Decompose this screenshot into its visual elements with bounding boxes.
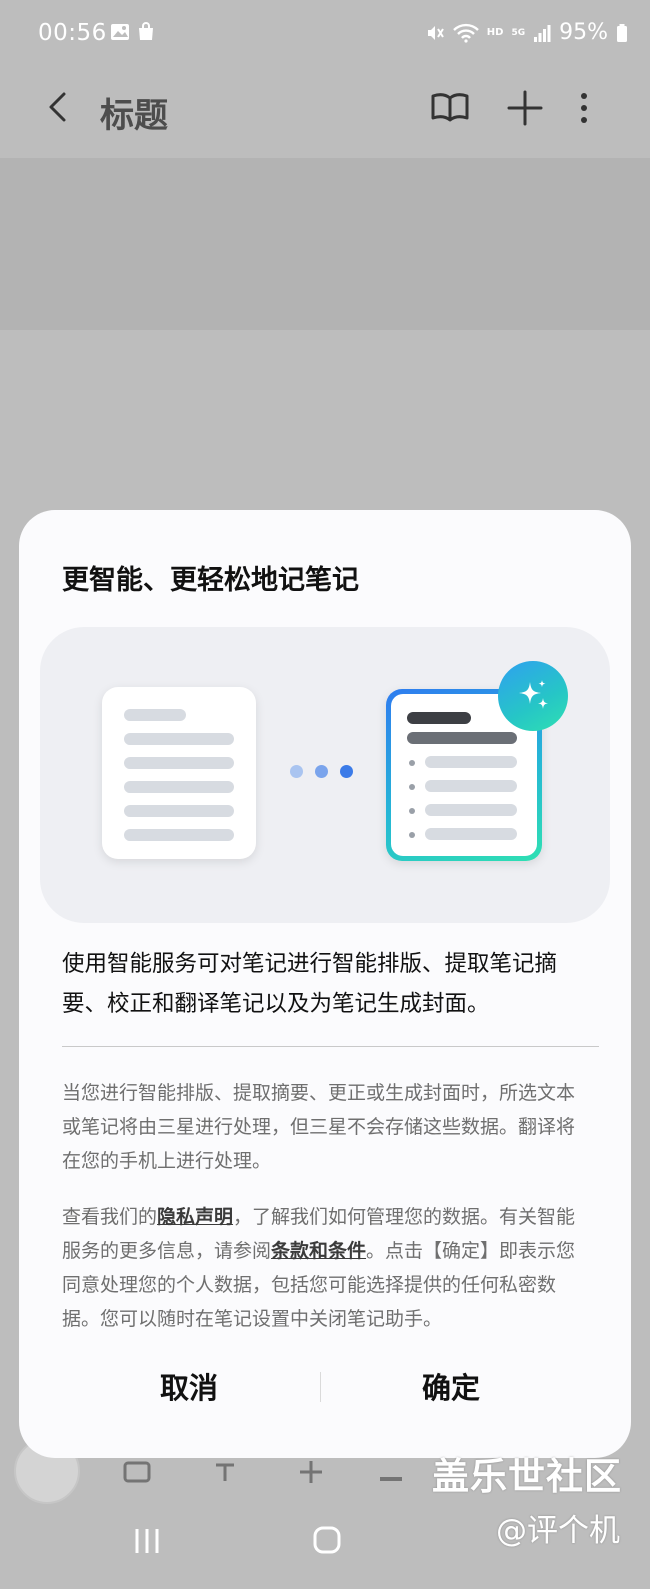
home-icon[interactable]: [312, 1525, 342, 1555]
sparkle-icon: [498, 661, 568, 731]
smart-service-dialog: 更智能、更轻松地记笔记 使用智能服务可对笔记进行智能排版、提取笔记摘要、校正和翻…: [19, 510, 631, 1458]
toolbar-icon-2[interactable]: [210, 1457, 240, 1487]
mute-icon: [425, 23, 445, 43]
status-right-icons: HD 5G 95%: [425, 20, 628, 45]
illustration: [40, 627, 610, 923]
toolbar-icon-4[interactable]: [376, 1457, 406, 1487]
status-left-icons: [110, 22, 156, 42]
5g-label: 5G: [511, 27, 526, 38]
book-icon[interactable]: [428, 86, 472, 130]
dialog-intro-text: 使用智能服务可对笔记进行智能排版、提取笔记摘要、校正和翻译笔记以及为笔记生成封面…: [62, 951, 558, 1017]
status-time: 00:56: [38, 20, 107, 46]
processing-notice-text: 当您进行智能排版、提取摘要、更正或生成封面时，所选文本或笔记将由三星进行处理，但…: [62, 1082, 576, 1172]
privacy-notice-text: 查看我们的隐私声明，了解我们如何管理您的数据。有关智能服务的更多信息，请参阅条款…: [62, 1200, 592, 1336]
battery-percent: 95%: [559, 20, 608, 45]
recents-icon[interactable]: [133, 1527, 161, 1555]
cancel-button[interactable]: 取消: [39, 1366, 339, 1410]
wifi-icon: [452, 23, 479, 43]
confirm-button[interactable]: 确定: [301, 1366, 601, 1410]
more-icon[interactable]: [575, 86, 619, 130]
toolbar-icon-1[interactable]: [122, 1457, 152, 1487]
gallery-notification-icon: [110, 22, 130, 42]
note-header-band: [0, 158, 650, 330]
watermark-author: @评个机: [496, 1513, 620, 1549]
plain-note-illustration: [102, 687, 256, 859]
shopping-bag-notification-icon: [136, 22, 156, 42]
privacy-statement-link[interactable]: 隐私声明: [157, 1206, 233, 1228]
signal-icon: [533, 23, 551, 43]
back-icon[interactable]: [40, 88, 80, 128]
plus-icon[interactable]: [503, 86, 547, 130]
progress-dots-icon: [290, 765, 353, 778]
divider: [62, 1046, 599, 1047]
terms-link[interactable]: 条款和条件: [271, 1240, 366, 1262]
dialog-actions: 取消 确定: [19, 1366, 631, 1410]
hd-label: HD: [486, 27, 504, 38]
dialog-title: 更智能、更轻松地记笔记: [62, 565, 359, 596]
page-title: 标题: [100, 96, 168, 136]
status-bar: 00:56 HD 5G 95%: [0, 0, 650, 70]
privacy-text-part1: 查看我们的: [62, 1206, 158, 1228]
app-bar: 标题: [0, 70, 650, 158]
battery-icon: [616, 23, 628, 43]
watermark-community: 盖乐世社区: [432, 1455, 622, 1498]
toolbar-icon-3[interactable]: [296, 1457, 326, 1487]
